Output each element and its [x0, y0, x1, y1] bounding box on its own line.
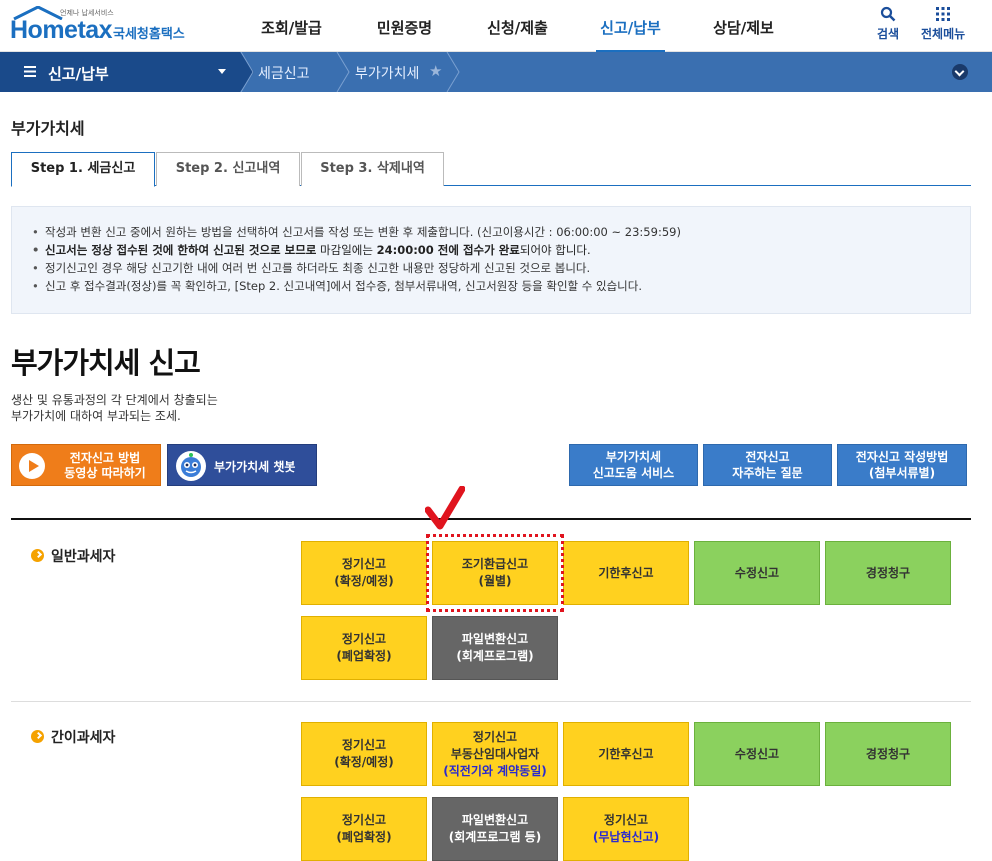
hometax-logo[interactable]: 언제나 납세서비스 Hometax 국세청홈택스 — [10, 6, 195, 46]
breadcrumb-separator-icon — [240, 52, 254, 92]
nav-application[interactable]: 신청/제출 — [461, 0, 574, 52]
nav-filing-payment[interactable]: 신고/납부 — [574, 0, 687, 53]
section-divider — [11, 518, 971, 520]
row-divider — [11, 701, 971, 702]
search-icon — [880, 6, 896, 22]
notice-line-deadline: 신고서는 정상 접수된 것에 한하여 신고된 것으로 보므로 마감일에는 24:… — [32, 241, 970, 259]
simple-late-filing-button[interactable]: 기한후신고 — [563, 722, 689, 786]
vat-description: 생산 및 유통과정의 각 단계에서 창출되는 부가가치에 대하여 부과되는 조세… — [11, 393, 218, 423]
general-closure-filing-button[interactable]: 정기신고 (폐업확정) — [301, 616, 427, 680]
breadcrumb-separator-icon — [446, 52, 460, 92]
breadcrumb-bar: 신고/납부 세금신고 부가가치세 ★ — [0, 52, 992, 92]
notice-line: 정기신고인 경우 해당 신고기한 내에 여러 번 신고를 하더라도 최종 신고한… — [32, 259, 970, 277]
expand-toggle-icon[interactable] — [952, 64, 968, 80]
top-header: 언제나 납세서비스 Hometax 국세청홈택스 조회/발급 민원증명 신청/제… — [0, 0, 992, 53]
search-label: 검색 — [877, 27, 900, 41]
breadcrumb-vat[interactable]: 부가가치세 — [355, 63, 419, 83]
red-checkmark-icon — [425, 486, 465, 530]
simple-zero-return-button[interactable]: 정기신고 (무납현신고) — [563, 797, 689, 861]
simple-closure-filing-button[interactable]: 정기신고 (폐업확정) — [301, 797, 427, 861]
breadcrumb-separator-icon — [336, 52, 350, 92]
logo-wordmark: Hometax — [10, 16, 113, 44]
notice-line: 신고 후 접수결과(정상)를 꼭 확인하고, [Step 2. 신고내역]에서 … — [32, 277, 970, 295]
grid-menu-icon — [936, 7, 951, 21]
general-taxpayer-label: 일반과세자 — [31, 546, 115, 566]
highlight-annotation — [426, 534, 564, 612]
tab-step2-history[interactable]: Step 2. 신고내역 — [156, 152, 300, 186]
all-menu-label: 전체메뉴 — [921, 27, 966, 41]
section-menu-label: 신고/납부 — [48, 65, 109, 83]
simple-rental-filing-button[interactable]: 정기신고 부동산임대사업자 (직전기와 계약동일) — [432, 722, 558, 786]
nav-certificate[interactable]: 민원증명 — [348, 0, 461, 52]
logo-korean-name: 국세청홈택스 — [113, 27, 185, 42]
chatbot-robot-icon — [176, 451, 206, 481]
simple-file-conversion-button[interactable]: 파일변환신고 (회계프로그램 등) — [432, 797, 558, 861]
search-button[interactable]: 검색 — [877, 6, 899, 42]
tab-step1-filing[interactable]: Step 1. 세금신고 — [11, 152, 155, 187]
vat-help-service-button[interactable]: 부가가치세 신고도움 서비스 — [569, 444, 698, 486]
general-regular-filing-button[interactable]: 정기신고 (확정/예정) — [301, 541, 427, 605]
general-amended-filing-button[interactable]: 수정신고 — [694, 541, 820, 605]
simplified-taxpayer-label: 간이과세자 — [31, 727, 115, 747]
breadcrumb-tax-filing[interactable]: 세금신고 — [258, 63, 310, 83]
simple-amended-filing-button[interactable]: 수정신고 — [694, 722, 820, 786]
favorite-star-icon[interactable]: ★ — [429, 62, 442, 80]
play-icon — [19, 453, 45, 479]
vat-chatbot-button[interactable]: 부가가치세 챗봇 — [167, 444, 317, 486]
nav-consulting[interactable]: 상담/제보 — [687, 0, 800, 52]
all-menu-button[interactable]: 전체메뉴 — [921, 6, 965, 42]
nav-inquiry[interactable]: 조회/발급 — [235, 0, 348, 52]
page-title: 부가가치세 — [11, 119, 85, 138]
simple-regular-filing-button[interactable]: 정기신고 (확정/예정) — [301, 722, 427, 786]
video-guide-button[interactable]: 전자신고 방법 동영상 따라하기 — [11, 444, 161, 486]
section-heading: 부가가치세 신고 — [11, 346, 201, 380]
caret-down-icon — [218, 69, 226, 74]
general-late-filing-button[interactable]: 기한후신고 — [563, 541, 689, 605]
e-filing-guide-button[interactable]: 전자신고 작성방법 (첨부서류별) — [837, 444, 967, 486]
general-file-conversion-button[interactable]: 파일변환신고 (회계프로그램) — [432, 616, 558, 680]
e-filing-faq-button[interactable]: 전자신고 자주하는 질문 — [703, 444, 832, 486]
general-correction-claim-button[interactable]: 경정청구 — [825, 541, 951, 605]
notice-box: 작성과 변환 신고 중에서 원하는 방법을 선택하여 신고서를 작성 또는 변환… — [11, 206, 971, 314]
hamburger-icon — [24, 66, 36, 77]
simple-correction-claim-button[interactable]: 경정청구 — [825, 722, 951, 786]
step-tabs: Step 1. 세금신고 Step 2. 신고내역 Step 3. 삭제내역 — [11, 152, 971, 187]
tab-step3-deleted[interactable]: Step 3. 삭제내역 — [301, 152, 444, 186]
section-menu-dropdown[interactable]: 신고/납부 — [0, 52, 254, 92]
global-nav: 조회/발급 민원증명 신청/제출 신고/납부 상담/제보 — [235, 0, 800, 53]
notice-line: 작성과 변환 신고 중에서 원하는 방법을 선택하여 신고서를 작성 또는 변환… — [32, 223, 970, 241]
